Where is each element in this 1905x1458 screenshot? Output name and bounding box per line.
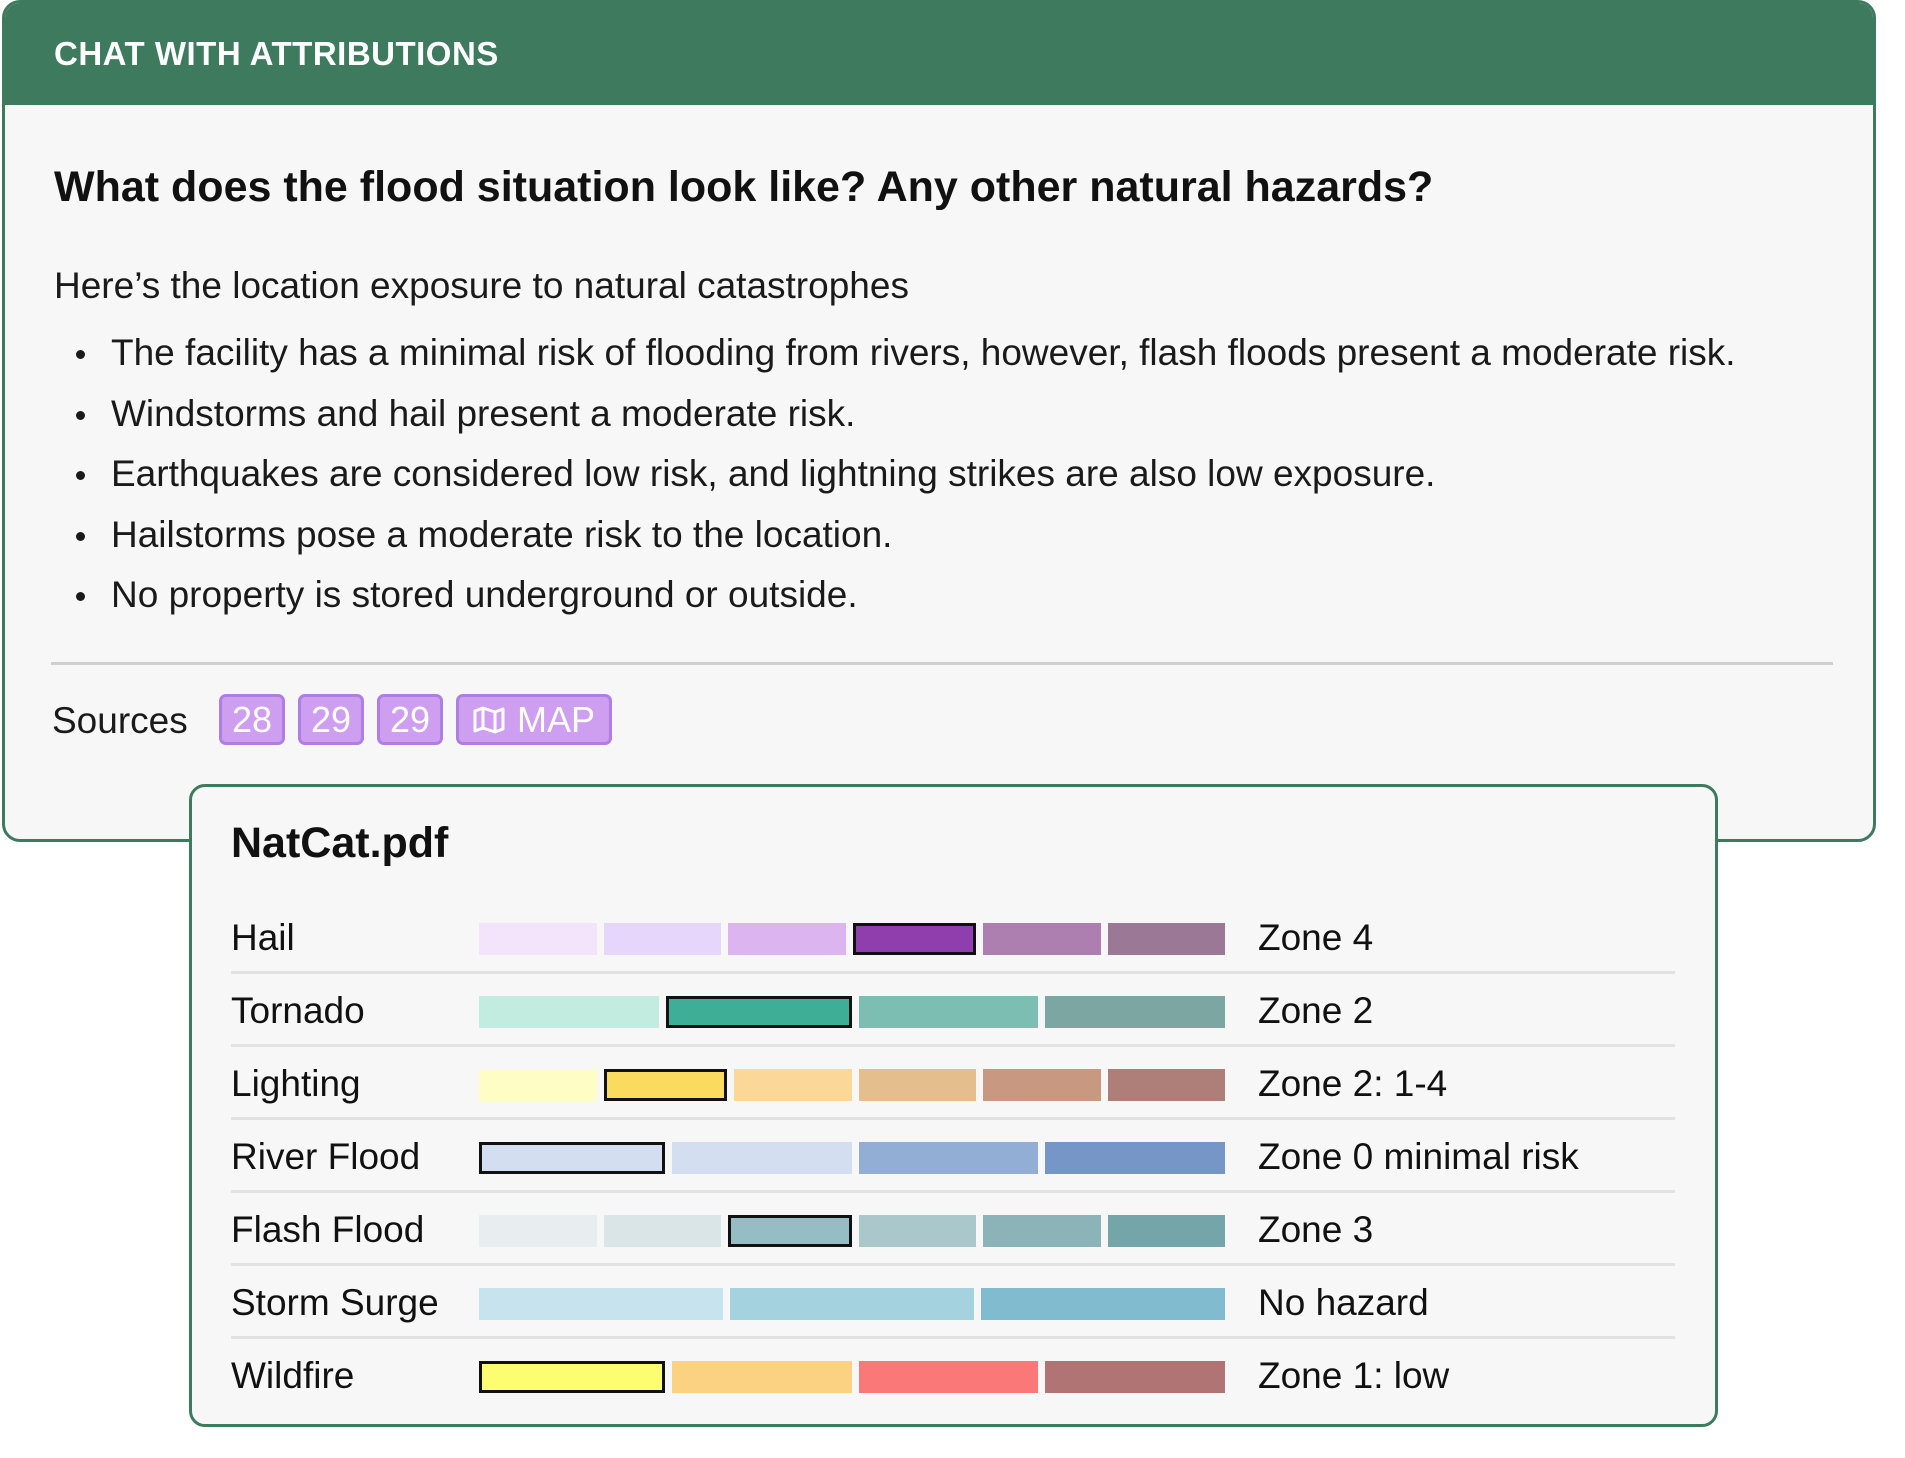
answer-bullet: Windstorms and hail present a moderate r… (54, 384, 1736, 445)
scale-segment (728, 923, 846, 955)
hazard-row-storm-surge: Storm Surge No hazard (231, 1266, 1675, 1339)
scale-segment (603, 1215, 721, 1247)
hazard-zone: Zone 0 minimal risk (1258, 1136, 1579, 1177)
hazard-label: Lighting (231, 1063, 361, 1104)
scale-segment (1045, 1361, 1225, 1393)
hazard-label: Flash Flood (231, 1209, 425, 1250)
hazard-row-wildfire: Wildfire Zone 1: low (231, 1339, 1675, 1412)
source-chip-28[interactable]: 28 (219, 694, 285, 745)
hazard-scale-bar (479, 1069, 1225, 1101)
hazard-scale-bar (479, 1215, 1225, 1247)
scale-segment (479, 996, 659, 1028)
hazard-zone: Zone 4 (1258, 917, 1374, 958)
divider (51, 662, 1833, 665)
hazard-label: Wildfire (231, 1355, 355, 1396)
panel-header: CHAT WITH ATTRIBUTIONS (5, 3, 1873, 105)
scale-segment (734, 1069, 852, 1101)
scale-segment (858, 1142, 1039, 1174)
scale-segment (983, 923, 1101, 955)
scale-segment (671, 1361, 852, 1393)
hazard-zone: Zone 1: low (1258, 1355, 1450, 1396)
scale-segment (730, 1288, 974, 1320)
scale-segment-selected (665, 996, 852, 1028)
source-chip-29[interactable]: 29 (298, 694, 364, 745)
hazard-label: Storm Surge (231, 1282, 439, 1323)
scale-segment (1045, 1142, 1225, 1174)
scale-segment (981, 1288, 1225, 1320)
hazard-scale-bar (479, 996, 1225, 1028)
scale-segment (858, 996, 1039, 1028)
scale-segment (479, 923, 597, 955)
answer-bullet: The facility has a minimal risk of flood… (54, 323, 1736, 384)
scale-segment-selected (852, 923, 976, 955)
scale-segment (479, 1069, 597, 1101)
hazard-scale-bar (479, 1142, 1225, 1174)
hazard-row-flash-flood: Flash Flood Zone 3 (231, 1193, 1675, 1266)
scale-segment (479, 1215, 597, 1247)
answer-bullet: No property is stored underground or out… (54, 565, 1736, 626)
scale-segment (983, 1215, 1101, 1247)
map-button[interactable]: MAP (456, 694, 612, 745)
scale-segment (1107, 923, 1225, 955)
hazard-zone: Zone 2 (1258, 990, 1374, 1031)
source-chip-label: 28 (231, 698, 273, 740)
user-question: What does the flood situation look like?… (54, 163, 1434, 211)
answer-bullet: Hailstorms pose a moderate risk to the l… (54, 505, 1736, 566)
hazard-row-lighting: Lighting Zone 2: 1-4 (231, 1047, 1675, 1120)
hazard-row-river-flood: River Flood Zone 0 minimal risk (231, 1120, 1675, 1193)
map-icon (473, 706, 505, 733)
hazard-label: Tornado (231, 990, 365, 1031)
hazard-row-tornado: Tornado Zone 2 (231, 974, 1675, 1047)
scale-segment (983, 1069, 1101, 1101)
scale-segment (603, 923, 721, 955)
scale-segment (858, 1361, 1039, 1393)
hazard-zone: Zone 3 (1258, 1209, 1374, 1250)
hazard-zone: Zone 2: 1-4 (1258, 1063, 1448, 1104)
hazard-zone: No hazard (1258, 1282, 1429, 1323)
panel-title: CHAT WITH ATTRIBUTIONS (54, 35, 499, 72)
hazard-scale-bar (479, 1361, 1225, 1393)
scale-segment-selected (479, 1142, 665, 1174)
scale-segment-selected (728, 1215, 852, 1247)
source-chip-29-second[interactable]: 29 (377, 694, 443, 745)
hazard-scale-bar (479, 923, 1225, 955)
scale-segment (1107, 1215, 1225, 1247)
scale-segment-selected (603, 1069, 727, 1101)
scale-segment (1107, 1069, 1225, 1101)
scale-segment-selected (479, 1361, 665, 1393)
hazard-label: Hail (231, 917, 295, 958)
source-chip-label: 29 (310, 698, 352, 740)
source-chip-label: 29 (389, 698, 431, 740)
hazard-row-hail: Hail Zone 4 (231, 901, 1675, 974)
scale-segment (1045, 996, 1225, 1028)
document-title: NatCat.pdf (231, 819, 449, 867)
map-button-label: MAP (516, 698, 595, 740)
scale-segment (858, 1069, 976, 1101)
hazard-scale-bar (479, 1288, 1225, 1320)
scale-segment (671, 1142, 852, 1174)
source-preview-card: NatCat.pdf Hail Zone 4 Tornado Zone 2 Li… (189, 784, 1718, 1427)
answer-bullet-list: The facility has a minimal risk of flood… (54, 323, 1736, 626)
sources-label: Sources (52, 700, 188, 741)
answer-intro: Here’s the location exposure to natural … (54, 265, 909, 306)
answer-bullet: Earthquakes are considered low risk, and… (54, 444, 1736, 505)
scale-segment (479, 1288, 723, 1320)
hazard-label: River Flood (231, 1136, 421, 1177)
chat-panel: CHAT WITH ATTRIBUTIONS What does the flo… (2, 0, 1876, 842)
scale-segment (858, 1215, 976, 1247)
